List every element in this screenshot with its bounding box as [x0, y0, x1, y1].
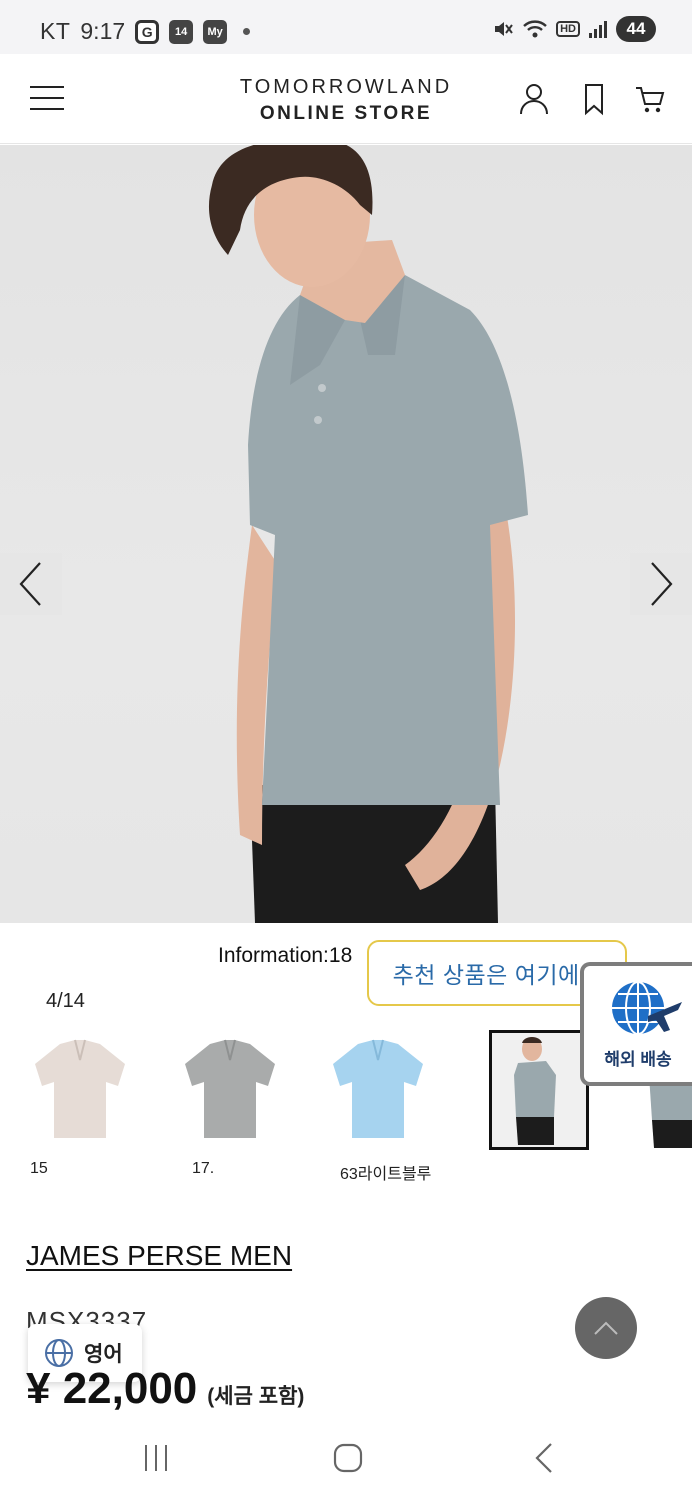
status-right: HD 44	[492, 16, 656, 42]
thumbnail-item[interactable]: 15	[30, 1030, 140, 1178]
product-image[interactable]	[0, 145, 692, 923]
signal-icon	[589, 21, 607, 38]
home-icon	[333, 1443, 363, 1473]
wifi-icon	[523, 20, 547, 38]
my-app-icon: My	[203, 19, 228, 44]
notification-dot-icon	[243, 28, 251, 35]
recent-apps-icon	[145, 1445, 167, 1471]
overseas-label: 해외 배송	[604, 1050, 672, 1069]
image-counter: 4/14	[46, 990, 85, 1012]
model-photo	[209, 145, 528, 923]
system-nav-bar	[0, 1418, 692, 1500]
mute-icon	[495, 22, 513, 36]
status-bar: KT 9:17 G 14 My HD 44	[0, 0, 692, 54]
next-image-button[interactable]	[630, 553, 692, 615]
calendar-icon: 14	[169, 19, 194, 44]
battery-indicator: 44	[616, 16, 656, 42]
tax-note: (세금 포함)	[207, 1385, 305, 1408]
thumbnail-image	[180, 1030, 280, 1148]
back-button[interactable]	[520, 1438, 568, 1478]
thumbnail-image	[30, 1030, 130, 1148]
home-button[interactable]	[324, 1438, 372, 1478]
globe-plane-icon	[612, 981, 682, 1035]
prev-image-button[interactable]	[0, 553, 62, 615]
status-left: KT 9:17 G 14 My	[40, 18, 251, 45]
clock: 9:17	[80, 18, 126, 44]
account-icon[interactable]	[518, 82, 550, 116]
scroll-to-top-button[interactable]	[575, 1297, 637, 1359]
information-text: Information:18	[218, 944, 353, 967]
price-row: ¥ 22,000 (세금 포함)	[26, 1364, 304, 1414]
back-icon	[535, 1443, 552, 1473]
thumbnail-item[interactable]: 17.	[180, 1030, 290, 1178]
recent-apps-button[interactable]	[132, 1438, 180, 1478]
chevron-left-icon	[19, 562, 41, 606]
hd-icon: HD	[556, 21, 580, 37]
thumbnail-label: 63라이트블루	[340, 1166, 432, 1183]
cart-icon[interactable]	[634, 82, 666, 116]
brand-link[interactable]: JAMES PERSE MEN	[26, 1240, 292, 1272]
thumbnail-item[interactable]: 63라이트블루	[328, 1030, 438, 1184]
thumbnail-label: 15	[30, 1160, 48, 1177]
thumbnail-image	[328, 1030, 428, 1148]
thumbnail-image	[489, 1030, 589, 1150]
carrier-label: KT	[40, 18, 71, 44]
overseas-shipping-button[interactable]: 해외 배송	[580, 962, 692, 1086]
bookmark-icon[interactable]	[578, 82, 610, 116]
chevron-up-icon	[594, 1321, 618, 1335]
price-value: ¥ 22,000	[26, 1364, 198, 1413]
site-header: TOMORROWLAND ONLINE STORE	[0, 54, 692, 144]
g-app-icon: G	[135, 19, 160, 44]
chevron-right-icon	[651, 562, 673, 606]
thumbnail-label: 17.	[192, 1160, 215, 1177]
